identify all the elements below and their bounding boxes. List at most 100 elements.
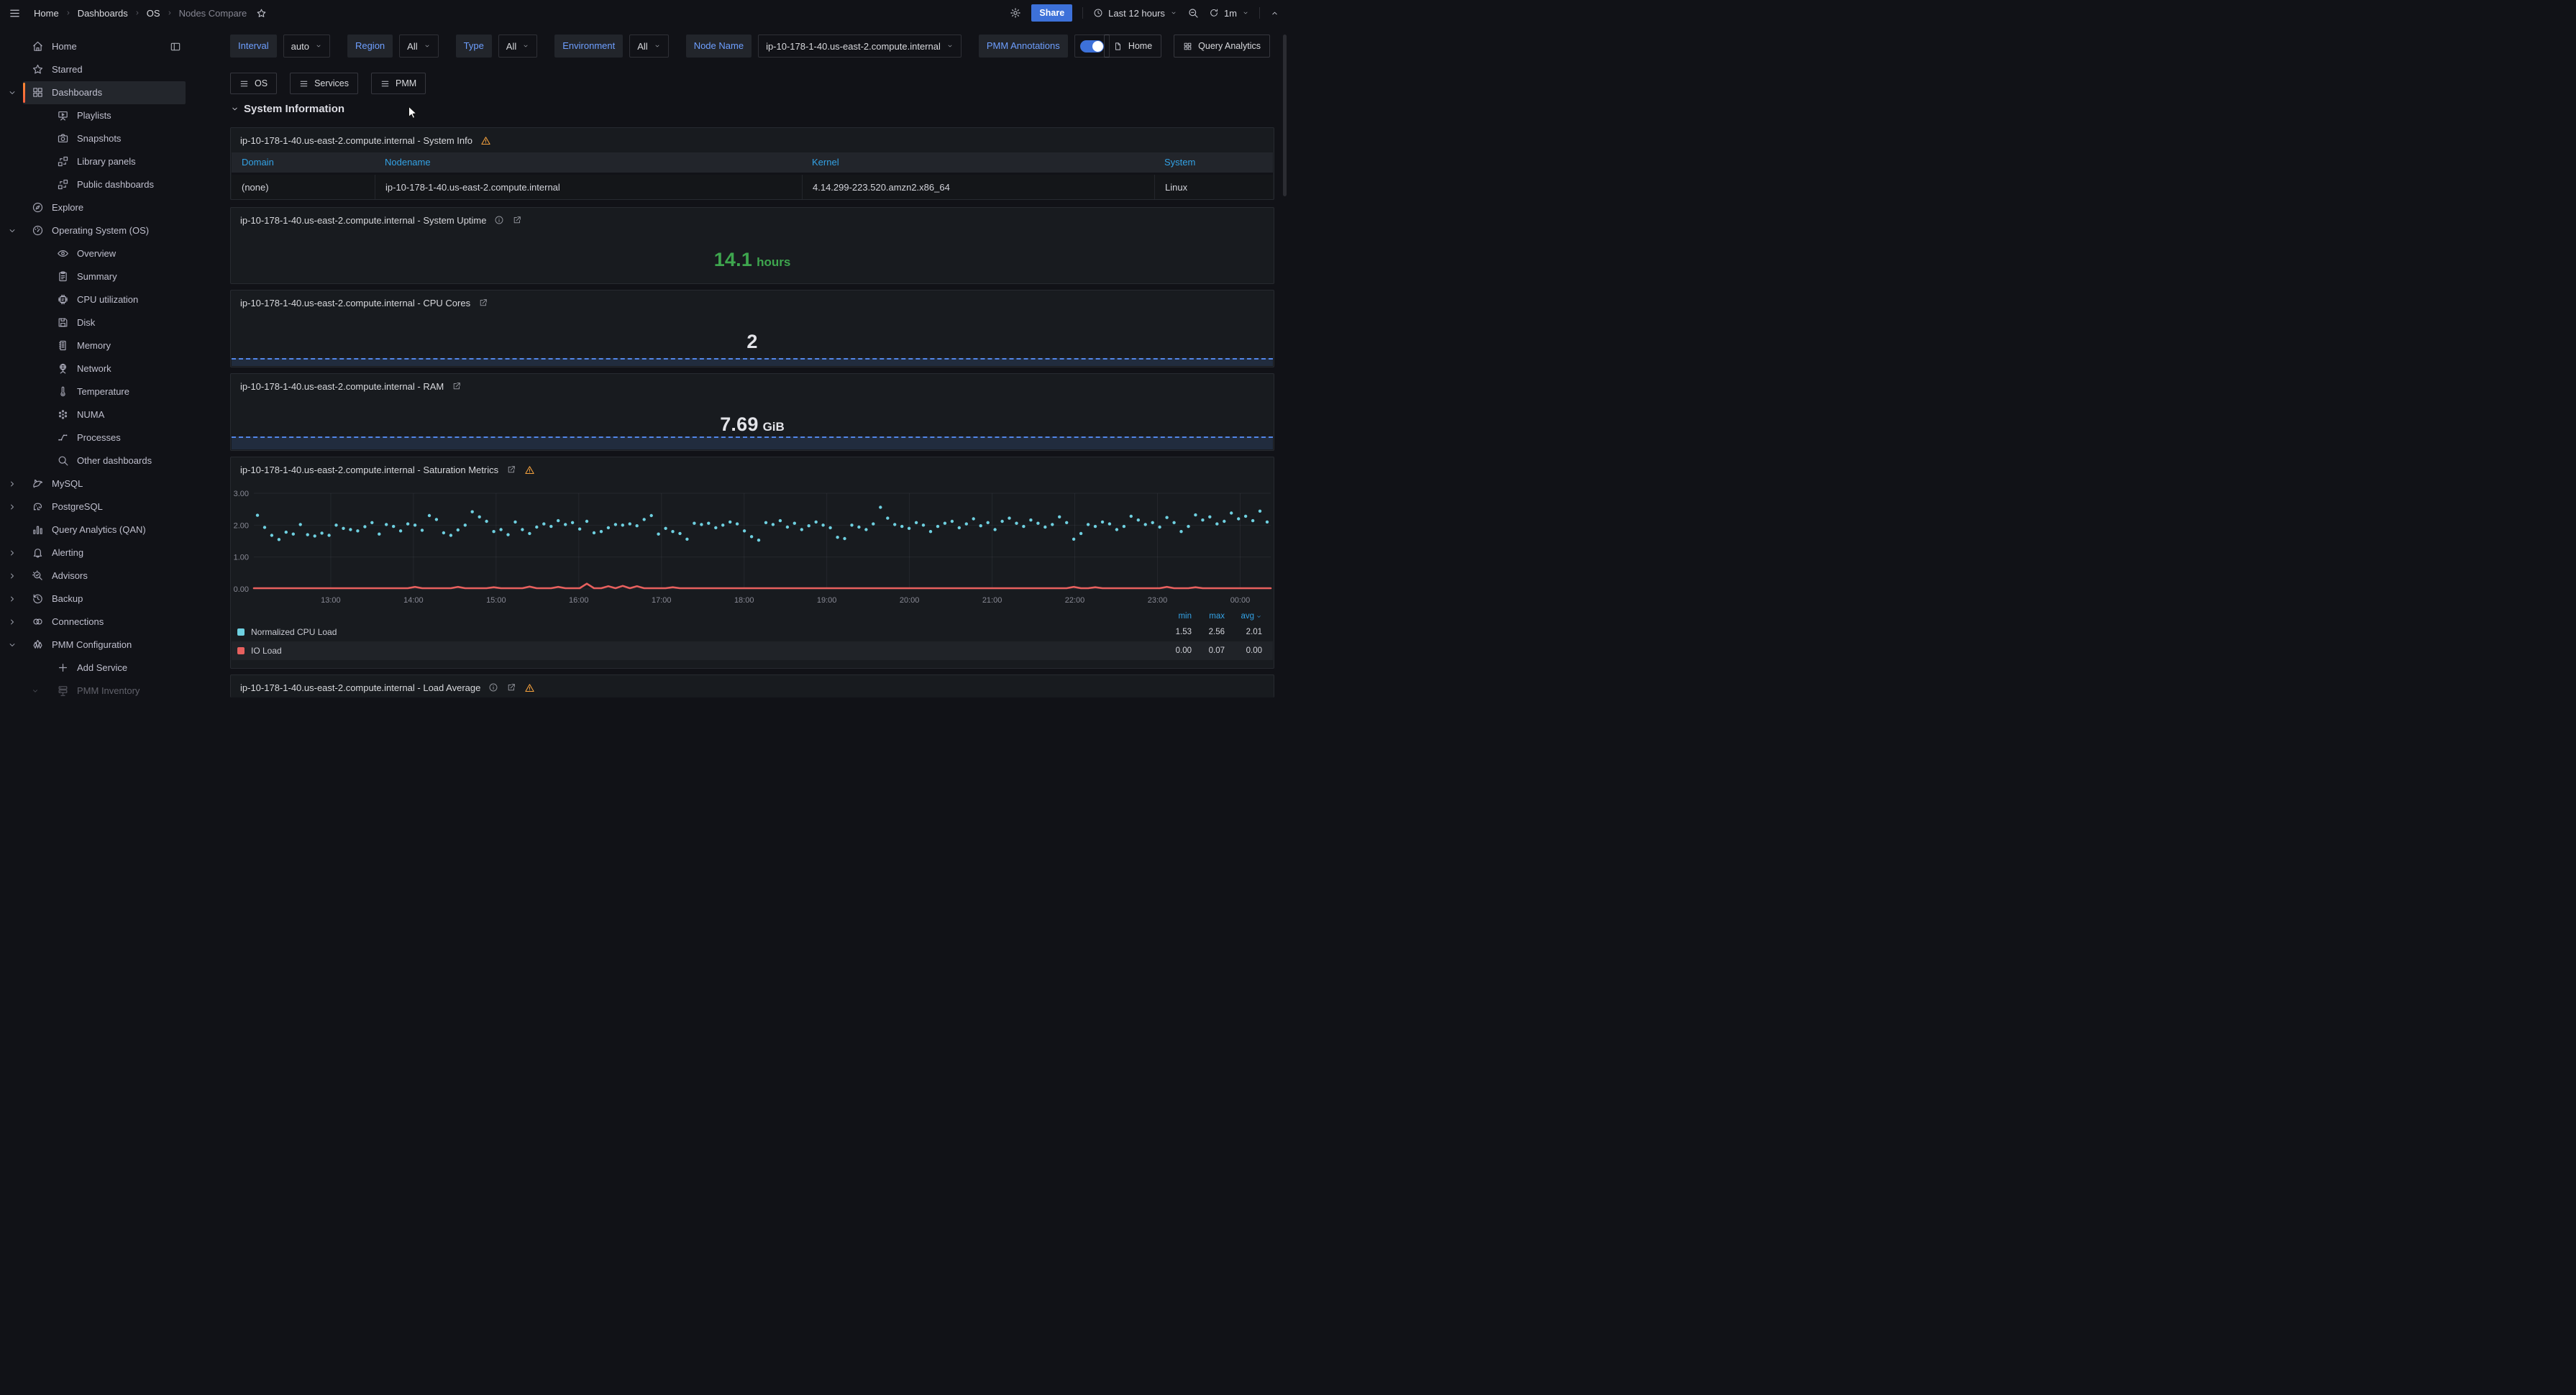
share-button[interactable]: Share [1031, 4, 1072, 22]
sidebar-item-starred[interactable]: Starred [0, 58, 219, 81]
chevron-down-icon[interactable] [7, 640, 17, 650]
column-header-kernel[interactable]: Kernel [802, 152, 1154, 173]
sidebar-item-snapshots[interactable]: Snapshots [0, 127, 219, 150]
sidebar-item-temperature[interactable]: Temperature [0, 380, 219, 403]
chevron-right-icon[interactable] [7, 548, 17, 558]
collapse-toolbar-icon[interactable] [1270, 9, 1279, 18]
chevron-right-icon[interactable] [7, 617, 17, 627]
external-link-icon[interactable] [452, 381, 462, 391]
sidebar-item-alerting[interactable]: Alerting [0, 541, 219, 564]
chevron-right-icon[interactable] [7, 479, 17, 489]
sidebar-item-disk[interactable]: Disk [0, 311, 219, 334]
sidebar-item-home[interactable]: Home [0, 35, 219, 58]
variable-value-dropdown[interactable]: ip-10-178-1-40.us-east-2.compute.interna… [758, 35, 962, 58]
panel-header[interactable]: ip-10-178-1-40.us-east-2.compute.interna… [231, 675, 1274, 698]
svg-text:16:00: 16:00 [569, 596, 589, 605]
table-cell: ip-10-178-1-40.us-east-2.compute.interna… [375, 175, 802, 200]
external-link-icon[interactable] [506, 682, 516, 692]
sidebar-item-backup[interactable]: Backup [0, 587, 219, 610]
chevron-right-icon[interactable] [7, 594, 17, 604]
dashboard-link-pmm[interactable]: PMM [371, 73, 426, 94]
home-button[interactable]: Home [1104, 35, 1161, 58]
zoom-out-icon[interactable] [1187, 7, 1199, 19]
dashboard-link-services[interactable]: Services [290, 73, 358, 94]
external-link-icon[interactable] [506, 465, 516, 475]
time-range-picker[interactable]: Last 12 hours [1093, 8, 1177, 19]
toolbar-right: Share Last 12 hours 1m [1010, 0, 1279, 26]
chevron-right-icon[interactable] [7, 502, 17, 512]
series-label[interactable]: Normalized CPU Load [251, 627, 337, 637]
menu-icon[interactable] [9, 7, 21, 19]
refresh-picker[interactable]: 1m [1209, 8, 1249, 19]
query-analytics-button[interactable]: Query Analytics [1174, 35, 1270, 58]
panel-header[interactable]: ip-10-178-1-40.us-east-2.compute.interna… [231, 128, 1274, 152]
sidebar-item-label: Alerting [52, 541, 83, 564]
breadcrumb-item-dashboards[interactable]: Dashboards [78, 8, 128, 19]
info-icon[interactable] [488, 682, 498, 692]
sidebar-item-playlists[interactable]: Playlists [0, 104, 219, 127]
sidebar-item-summary[interactable]: Summary [0, 265, 219, 288]
sidebar-item-network[interactable]: Network [0, 357, 219, 380]
sidebar-item-explore[interactable]: Explore [0, 196, 219, 219]
dashboard-link-os[interactable]: OS [230, 73, 277, 94]
external-link-icon[interactable] [478, 298, 488, 308]
external-link-icon[interactable] [512, 215, 522, 225]
server-icon [57, 685, 69, 697]
scrollbar[interactable] [1283, 35, 1287, 196]
sidebar-item-cpu-utilization[interactable]: CPU utilization [0, 288, 219, 311]
sidebar-item-dashboards[interactable]: Dashboards [0, 81, 219, 104]
chevron-down-icon[interactable] [31, 687, 40, 695]
dashboard-settings-icon[interactable] [1010, 7, 1021, 19]
warning-icon[interactable] [480, 135, 491, 146]
chevron-down-icon[interactable] [7, 226, 17, 236]
breadcrumb-item-nodes-compare[interactable]: Nodes Compare [179, 8, 247, 19]
chevron-right-icon[interactable] [7, 571, 17, 581]
variable-value-dropdown[interactable]: auto [283, 35, 330, 58]
panel-header[interactable]: ip-10-178-1-40.us-east-2.compute.interna… [231, 457, 1274, 482]
variable-value-dropdown[interactable]: All [399, 35, 438, 58]
sidebar-item-processes[interactable]: Processes [0, 426, 219, 449]
column-header-domain[interactable]: Domain [232, 152, 375, 173]
legend-stat-min[interactable]: min [1178, 612, 1192, 621]
chevron-down-icon[interactable] [7, 88, 17, 98]
panel-header[interactable]: ip-10-178-1-40.us-east-2.compute.interna… [231, 374, 1274, 398]
series-label[interactable]: IO Load [251, 646, 282, 656]
sidebar-item-memory[interactable]: Memory [0, 334, 219, 357]
breadcrumb-item-os[interactable]: OS [147, 8, 160, 19]
sidebar-item-add-service[interactable]: Add Service [0, 657, 219, 680]
warning-icon[interactable] [524, 682, 535, 693]
section-system-information[interactable]: System Information [230, 103, 344, 115]
sidebar-item-other-dashboards[interactable]: Other dashboards [0, 449, 219, 472]
variable-value-dropdown[interactable]: All [629, 35, 668, 58]
sidebar-item-overview[interactable]: Overview [0, 242, 219, 265]
sidebar-item-query-analytics-qan[interactable]: Query Analytics (QAN) [0, 518, 219, 541]
breadcrumb-item-home[interactable]: Home [34, 8, 59, 19]
top-nav-bar: Home Dashboards OS Nodes Compare Share Last… [0, 0, 1288, 26]
sidebar-item-advisors[interactable]: Advisors [0, 564, 219, 587]
sidebar-item-public-dashboards[interactable]: Public dashboards [0, 173, 219, 196]
column-header-system[interactable]: System [1154, 152, 1273, 173]
sidebar-item-pmm-configuration[interactable]: PMM Configuration [0, 634, 219, 657]
legend-stat-max[interactable]: max [1209, 612, 1225, 621]
sidebar-item-library-panels[interactable]: Library panels [0, 150, 219, 173]
column-header-nodename[interactable]: Nodename [375, 152, 802, 173]
warning-icon[interactable] [524, 465, 535, 475]
variable-value-dropdown[interactable]: All [498, 35, 537, 58]
sidebar-item-pmm-inventory[interactable]: PMM Inventory [0, 680, 219, 698]
sidebar-item-label: Operating System (OS) [52, 219, 149, 242]
series-max-value: 2.56 [1192, 628, 1225, 636]
sidebar-item-connections[interactable]: Connections [0, 610, 219, 634]
panel-header[interactable]: ip-10-178-1-40.us-east-2.compute.interna… [231, 291, 1274, 315]
info-icon[interactable] [494, 215, 504, 225]
sidebar-item-mysql[interactable]: MySQL [0, 472, 219, 495]
sidebar-item-numa[interactable]: NUMA [0, 403, 219, 426]
sidebar-item-postgresql[interactable]: PostgreSQL [0, 495, 219, 518]
saturation-chart[interactable]: 0.001.002.003.0013:0014:0015:0016:0017:0… [231, 483, 1274, 610]
favorite-star-icon[interactable] [256, 8, 267, 19]
dock-menu-icon[interactable] [170, 41, 181, 52]
panel-header[interactable]: ip-10-178-1-40.us-east-2.compute.interna… [231, 208, 1274, 232]
button-label: Home [1128, 41, 1152, 51]
legend-stat-avg[interactable]: avg [1241, 612, 1254, 621]
pmm-annotations-toggle[interactable] [1074, 35, 1110, 58]
sidebar-item-operating-system-os[interactable]: Operating System (OS) [0, 219, 219, 242]
